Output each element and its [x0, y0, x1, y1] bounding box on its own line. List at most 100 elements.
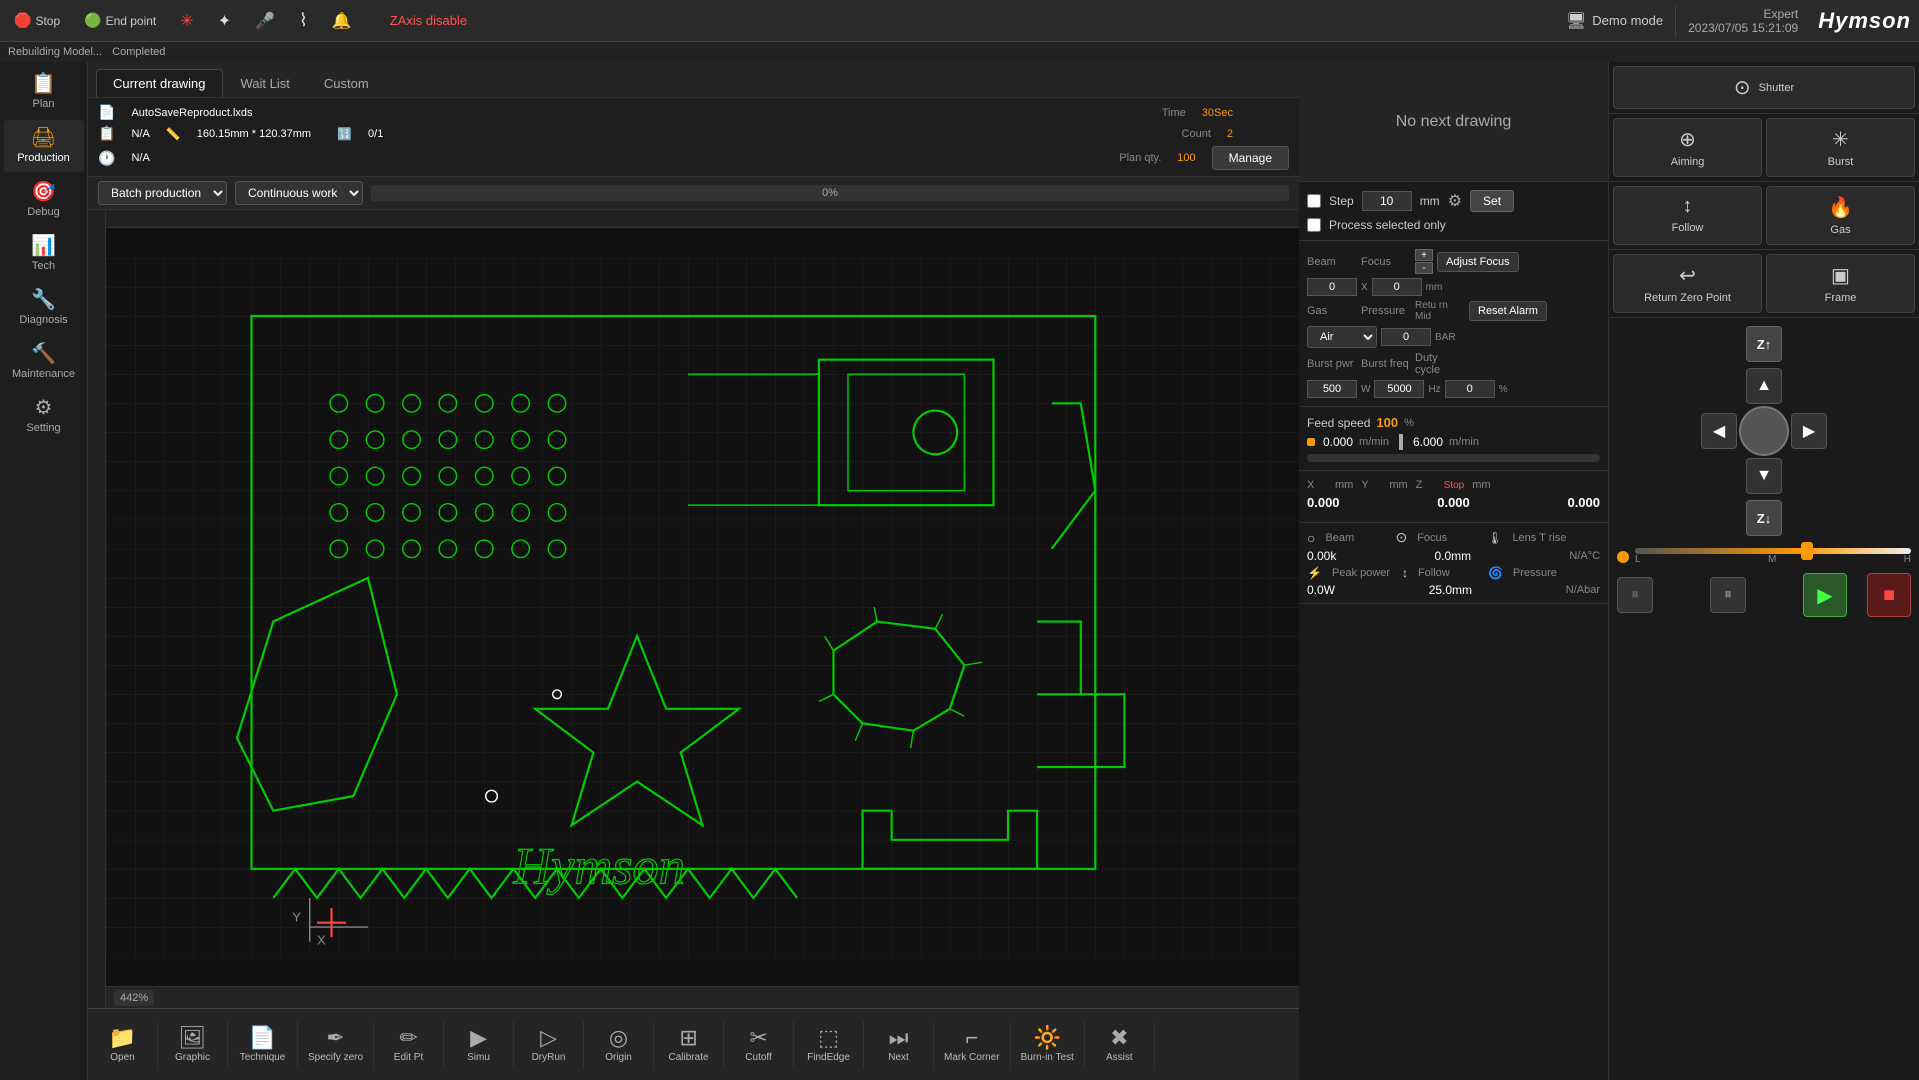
- btn-calibrate[interactable]: ⊞ Calibrate: [654, 1021, 724, 1069]
- z-btn-bot-row: Z↓: [1746, 500, 1782, 536]
- btn-next[interactable]: ⏭ Next: [864, 1021, 934, 1069]
- batch-production-select[interactable]: Batch production: [98, 181, 227, 205]
- burst-freq-label: Burst freq: [1361, 358, 1411, 370]
- gas-button[interactable]: 🔥 Gas: [1766, 186, 1915, 245]
- btn-graphic[interactable]: 🖼 Graphic: [158, 1021, 228, 1069]
- gas-type-select[interactable]: Air: [1307, 326, 1377, 348]
- reset-alarm-btn[interactable]: Reset Alarm: [1469, 301, 1547, 321]
- btn-specify-zero[interactable]: ✒ Specify zero: [298, 1021, 374, 1069]
- duty-cycle-label: Duty cycle: [1415, 352, 1465, 376]
- top-bar: 🛑 Stop 🟢 End point ✳ ✦ 🎤 ⌇ 🔔 ZAxis disab…: [0, 0, 1919, 42]
- slider-m-label: M: [1768, 554, 1776, 565]
- duty-cycle-input[interactable]: [1445, 380, 1495, 398]
- btn-edit-pt[interactable]: ✏ Edit Pt: [374, 1021, 444, 1069]
- sidebar-item-maintenance[interactable]: 🔨 Maintenance: [4, 336, 84, 388]
- beam-reading-label: Beam: [1325, 532, 1385, 544]
- return-zero-icon: ↩: [1679, 263, 1696, 288]
- burst-freq-input[interactable]: [1374, 380, 1424, 398]
- btn-dry-run[interactable]: ▷ DryRun: [514, 1021, 584, 1069]
- playback-row: ⏸ ⏸ ▶ ■: [1609, 569, 1919, 621]
- play-button[interactable]: ▶: [1803, 573, 1847, 617]
- tab-current-drawing[interactable]: Current drawing: [96, 69, 223, 97]
- process-selected-label: Process selected only: [1329, 218, 1446, 232]
- btn-technique[interactable]: 📄 Technique: [228, 1021, 298, 1069]
- manage-button[interactable]: Manage: [1212, 146, 1289, 170]
- work-mode-bar: Batch production Continuous work 0%: [88, 177, 1299, 210]
- btn-burn-in-test[interactable]: 🔆 Burn-in Test: [1011, 1021, 1085, 1069]
- icon-btn-3[interactable]: ✳: [174, 9, 199, 33]
- aiming-button[interactable]: ⊕ Aiming: [1613, 118, 1762, 177]
- follow-button[interactable]: ↕ Follow: [1613, 186, 1762, 245]
- pressure-input[interactable]: [1381, 328, 1431, 346]
- jog-up-button[interactable]: ▲: [1746, 368, 1782, 404]
- pause-button[interactable]: ⏸: [1710, 577, 1746, 613]
- sidebar-item-setting[interactable]: ⚙ Setting: [4, 390, 84, 442]
- icon-btn-5[interactable]: 🎤: [249, 9, 281, 33]
- burst-button[interactable]: ✳ Burst: [1766, 118, 1915, 177]
- process-selected-checkbox[interactable]: [1307, 218, 1321, 232]
- shutter-button[interactable]: ⊙ Shutter: [1613, 66, 1915, 109]
- btn-mark-corner[interactable]: ⌐ Mark Corner: [934, 1021, 1011, 1069]
- step-controls: Step mm ⚙ Set Process selected only: [1299, 182, 1608, 241]
- demo-mode-indicator: 🖥 Demo mode: [1566, 11, 1663, 31]
- canvas-area[interactable]: Hymson: [106, 228, 1299, 986]
- aiming-burst-row: ⊕ Aiming ✳ Burst: [1609, 114, 1919, 182]
- continuous-work-select[interactable]: Continuous work: [235, 181, 363, 205]
- sidebar-item-tech[interactable]: 📊 Tech: [4, 228, 84, 280]
- laser-params: Beam Focus + - Adjust Focus X mm: [1299, 241, 1608, 407]
- step-checkbox[interactable]: [1307, 194, 1321, 208]
- wave-icon: ⌇: [299, 10, 308, 31]
- jog-right-button[interactable]: ▶: [1791, 413, 1827, 449]
- tab-custom[interactable]: Custom: [308, 70, 385, 97]
- tab-wait-list[interactable]: Wait List: [225, 70, 306, 97]
- sidebar-item-diagnosis[interactable]: 🔧 Diagnosis: [4, 282, 84, 334]
- open-icon: 📁: [109, 1027, 136, 1049]
- z-down-button[interactable]: Z↓: [1746, 500, 1782, 536]
- icon-btn-6[interactable]: ⌇: [293, 8, 314, 33]
- stop-button[interactable]: 🛑 Stop: [8, 10, 66, 31]
- jog-down-button[interactable]: ▼: [1746, 458, 1782, 494]
- beam-focus-reading-row: ○ Beam ⊙ Focus 🌡 Lens T rise: [1307, 529, 1600, 546]
- minus-btn[interactable]: -: [1415, 262, 1433, 274]
- plus-btn[interactable]: +: [1415, 249, 1433, 261]
- dim-row: 📋 N/A 📏 160.15mm * 120.37mm 🔢 0/1 Count …: [98, 125, 1289, 142]
- endpoint-button[interactable]: 🟢 End point: [78, 10, 162, 31]
- btn-open[interactable]: 📁 Open: [88, 1021, 158, 1069]
- main-layout: 📋 Plan 🖨 Production 🎯 Debug 📊 Tech 🔧 Dia…: [0, 62, 1919, 1080]
- btn-simu[interactable]: ▶ Simu: [444, 1021, 514, 1069]
- sidebar-item-debug[interactable]: 🎯 Debug: [4, 174, 84, 226]
- burst-pwr-input[interactable]: [1307, 380, 1357, 398]
- btn-find-edge[interactable]: ⬚ FindEdge: [794, 1021, 864, 1069]
- gear-icon[interactable]: ⚙: [1448, 191, 1462, 211]
- jog-left-button[interactable]: ◀: [1701, 413, 1737, 449]
- edit-pt-icon: ✏: [399, 1027, 417, 1049]
- step-value-input[interactable]: [1362, 191, 1412, 211]
- btn-assist[interactable]: ✖ Assist: [1085, 1021, 1155, 1069]
- process-selected-row: Process selected only: [1307, 218, 1600, 232]
- sidebar-item-production[interactable]: 🖨 Production: [4, 120, 84, 172]
- pressure-icon: 🌀: [1488, 566, 1503, 580]
- dry-run-icon: ▷: [540, 1027, 557, 1049]
- stop-playback-button[interactable]: ■: [1867, 573, 1911, 617]
- icon-btn-4[interactable]: ✦: [212, 9, 237, 33]
- return-zero-button[interactable]: ↩ Return Zero Point: [1613, 254, 1762, 313]
- beam-value-input[interactable]: [1307, 278, 1357, 296]
- demo-mode-label: Demo mode: [1592, 13, 1663, 28]
- btn-cutoff[interactable]: ✂ Cutoff: [724, 1021, 794, 1069]
- z-up-button[interactable]: Z↑: [1746, 326, 1782, 362]
- progress-bar: 0%: [371, 185, 1289, 201]
- slider-container[interactable]: L M H: [1635, 548, 1911, 565]
- dot-icon: ⊙: [1395, 529, 1407, 546]
- plan-qty-label: Plan qty.: [1119, 152, 1161, 164]
- btn-origin[interactable]: ◎ Origin: [584, 1021, 654, 1069]
- adjust-focus-btn[interactable]: Adjust Focus: [1437, 252, 1519, 272]
- dry-run-label: DryRun: [532, 1052, 566, 1063]
- prev-pause-button[interactable]: ⏸: [1617, 577, 1653, 613]
- sidebar-item-plan[interactable]: 📋 Plan: [4, 66, 84, 118]
- icon-btn-7[interactable]: 🔔: [326, 9, 358, 33]
- z-axis-label: Z: [1416, 479, 1436, 491]
- frame-button[interactable]: ▣ Frame: [1766, 254, 1915, 313]
- focus-value-input[interactable]: [1372, 278, 1422, 296]
- set-button[interactable]: Set: [1470, 190, 1514, 212]
- maintenance-label: Maintenance: [12, 368, 75, 380]
